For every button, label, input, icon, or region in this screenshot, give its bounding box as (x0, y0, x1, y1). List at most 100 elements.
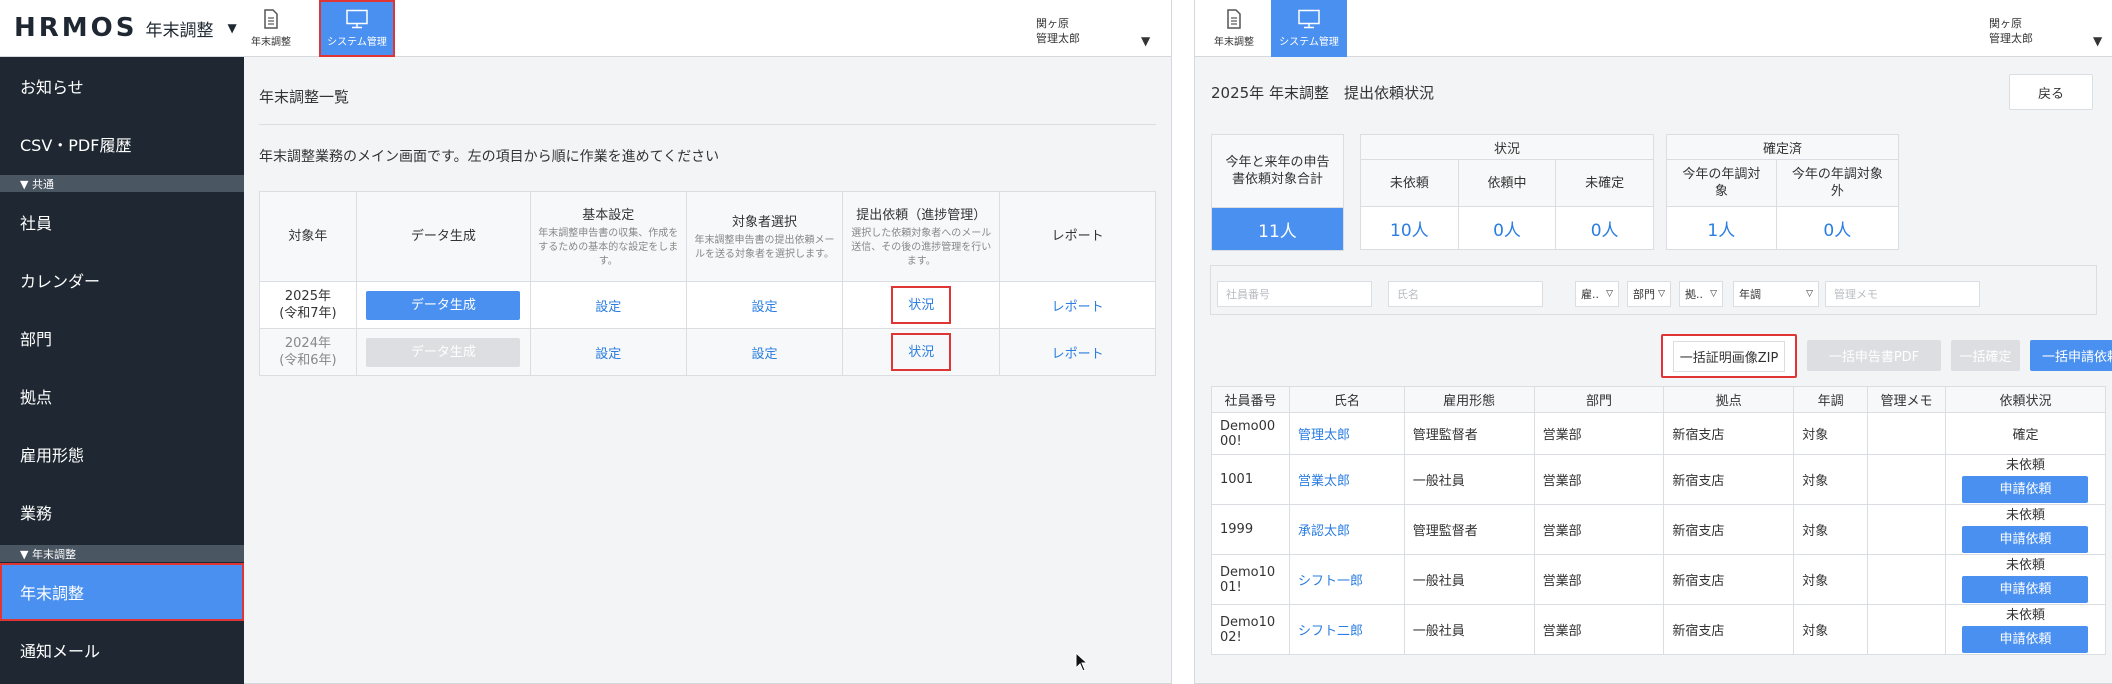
column-header: 依頼状況 (1944, 386, 2107, 413)
memo-input[interactable]: 管理メモ (1825, 281, 1980, 307)
summary-requesting-value[interactable]: 0人 (1457, 206, 1557, 250)
sidebar-item-label: 社員 (20, 214, 53, 233)
bulk-request-button[interactable]: 一括申請依頼 (2030, 340, 2112, 371)
employee-name-link[interactable]: 承認太郎 (1288, 504, 1405, 555)
chevron-down-icon: ▽ (1806, 289, 1813, 299)
summary-col-header: 未確定 (1555, 159, 1654, 207)
sidebar-item-calendar[interactable]: カレンダー (0, 251, 244, 309)
status-link[interactable]: 状況 (891, 333, 952, 371)
sidebar-item-label: 年末調整 (20, 584, 85, 603)
status-link[interactable]: 状況 (891, 286, 952, 324)
sidebar-item-employment-type[interactable]: 雇用形態 (0, 425, 244, 483)
column-header: レポート (999, 191, 1156, 282)
user-org: 関ヶ原 (1036, 17, 1069, 30)
tab-system-admin[interactable]: システム管理 (319, 0, 395, 57)
sidebar-item-year-end-adjustment[interactable]: 年末調整 (0, 563, 244, 621)
basic-settings-link[interactable]: 設定 (595, 300, 621, 315)
nencho-select[interactable]: 年調 ▽ (1733, 281, 1819, 307)
name-input[interactable]: 氏名 (1388, 281, 1543, 307)
summary-unconfirmed-value[interactable]: 0人 (1555, 206, 1654, 250)
year-cell: 2025年 (令和7年) (259, 281, 357, 329)
tab-system-admin[interactable]: システム管理 (1271, 0, 1347, 57)
site-cell: 新宿支店 (1663, 504, 1795, 555)
sidebar-item-csv-pdf-history[interactable]: CSV・PDF履歴 (0, 115, 244, 173)
request-status-cell: 未依頼 申請依頼 (1944, 454, 2107, 505)
bulk-pdf-button: 一括申告書PDF (1807, 340, 1941, 371)
caret-down-icon[interactable]: ▼ (1141, 34, 1150, 48)
site-select[interactable]: 拠.. ▽ (1679, 281, 1723, 307)
target-select-link[interactable]: 設定 (751, 347, 777, 362)
target-select-link[interactable]: 設定 (751, 300, 777, 315)
sidebar-item-site[interactable]: 拠点 (0, 367, 244, 425)
caret-down-icon[interactable]: ▼ (2093, 34, 2102, 48)
column-header: 対象者選択 年末調整申告書の提出依頼メールを送る対象者を選択します。 (685, 191, 844, 282)
bulk-zip-button[interactable]: 一括証明画像ZIP (1661, 334, 1797, 378)
employment-type-cell: 一般社員 (1403, 604, 1535, 655)
employee-table: 社員番号 氏名 雇用形態 部門 拠点 年調 管理メモ 依頼状況 Demo0000… (1211, 386, 2107, 655)
user-name: 管理太郎 (1036, 32, 1080, 45)
employment-type-cell: 一般社員 (1403, 454, 1535, 505)
column-header: 拠点 (1663, 386, 1795, 413)
nencho-cell: 対象 (1793, 554, 1869, 605)
sidebar-item-business[interactable]: 業務 (0, 483, 244, 541)
user-menu[interactable]: 関ヶ原 管理太郎 (1989, 0, 2033, 57)
table-row: 2025年 (令和7年) データ生成 設定 設定 状況 レポート (259, 281, 1156, 329)
request-button[interactable]: 申請依頼 (1962, 625, 2089, 653)
employee-name-link[interactable]: 営業太郎 (1288, 454, 1405, 505)
employee-name-link[interactable]: シフト一郎 (1288, 554, 1405, 605)
summary-total-value[interactable]: 11人 (1211, 207, 1344, 251)
employee-name-link[interactable]: シフト二郎 (1288, 604, 1405, 655)
app-switcher[interactable]: HRMOS 年末調整 ▼ (0, 0, 244, 57)
memo-cell (1867, 554, 1946, 605)
summary-target-value[interactable]: 1人 (1666, 206, 1777, 250)
summary-col-header: 未依頼 (1360, 159, 1459, 207)
column-header: 基本設定 年末調整申告書の収集、作成をするための基本的な設定をします。 (529, 191, 687, 282)
generate-cell: データ生成 (355, 328, 531, 376)
sidebar-item-notification-mail[interactable]: 通知メール (0, 621, 244, 679)
logo: HRMOS (14, 13, 138, 43)
monitor-icon (1298, 9, 1320, 29)
column-header: 提出依頼（進捗管理） 選択した依頼対象者へのメール送信、その後の進捗管理を行います… (842, 191, 1001, 282)
summary-not-requested-value[interactable]: 10人 (1360, 206, 1459, 250)
column-header: 部門 (1533, 386, 1665, 413)
summary-non-target-value[interactable]: 0人 (1775, 206, 1900, 250)
sidebar-section-common[interactable]: ▼ 共通 (0, 175, 244, 192)
memo-cell (1867, 504, 1946, 555)
column-header: データ生成 (355, 191, 531, 282)
page-title: 年末調整一覧 (259, 88, 350, 106)
tab-year-end[interactable]: 年末調整 (1209, 0, 1259, 57)
request-status-text: 未依頼 (2005, 507, 2045, 523)
basic-settings-link[interactable]: 設定 (595, 347, 621, 362)
sidebar-item-label: CSV・PDF履歴 (20, 136, 132, 155)
employment-type-select[interactable]: 雇.. ▽ (1575, 281, 1619, 307)
sidebar-section-year-end[interactable]: ▼ 年末調整 (0, 545, 244, 562)
sidebar-item-employees[interactable]: 社員 (0, 193, 244, 251)
tab-label: 年末調整 (251, 37, 291, 48)
request-button[interactable]: 申請依頼 (1962, 575, 2089, 603)
summary-confirmed: 確定済 今年の年調対象 今年の年調対象外 1人 0人 (1666, 134, 1900, 250)
request-button[interactable]: 申請依頼 (1962, 525, 2089, 553)
tab-year-end[interactable]: 年末調整 (246, 0, 296, 57)
employee-no-cell: Demo1001! (1211, 554, 1290, 605)
employee-no-input[interactable]: 社員番号 (1217, 281, 1372, 307)
generate-cell: データ生成 (355, 281, 531, 329)
screenshot-root: HRMOS 年末調整 ▼ お知らせ CSV・PDF履歴 ▼ 共通 社員 カレンダ… (0, 0, 2112, 684)
user-menu[interactable]: 関ヶ原 管理太郎 (1036, 0, 1080, 57)
site-cell: 新宿支店 (1663, 412, 1795, 455)
column-header: 雇用形態 (1403, 386, 1535, 413)
employee-name-link[interactable]: 管理太郎 (1288, 412, 1405, 455)
report-link[interactable]: レポート (1052, 347, 1104, 362)
sidebar-item-department[interactable]: 部門 (0, 309, 244, 367)
nencho-cell: 対象 (1793, 412, 1869, 455)
employee-no-cell: Demo1002! (1211, 604, 1290, 655)
sidebar-item-news[interactable]: お知らせ (0, 57, 244, 115)
generate-data-button[interactable]: データ生成 (366, 290, 521, 320)
back-button[interactable]: 戻る (2009, 74, 2093, 110)
sidebar-item-label: 拠点 (20, 388, 53, 407)
report-link[interactable]: レポート (1052, 300, 1104, 315)
table-header-row: 社員番号 氏名 雇用形態 部門 拠点 年調 管理メモ 依頼状況 (1211, 386, 2107, 413)
request-button[interactable]: 申請依頼 (1962, 475, 2089, 503)
department-select[interactable]: 部門 ▽ (1627, 281, 1671, 307)
memo-cell (1867, 604, 1946, 655)
summary-status: 状況 未依頼 依頼中 未確定 10人 0人 0人 (1360, 134, 1654, 250)
